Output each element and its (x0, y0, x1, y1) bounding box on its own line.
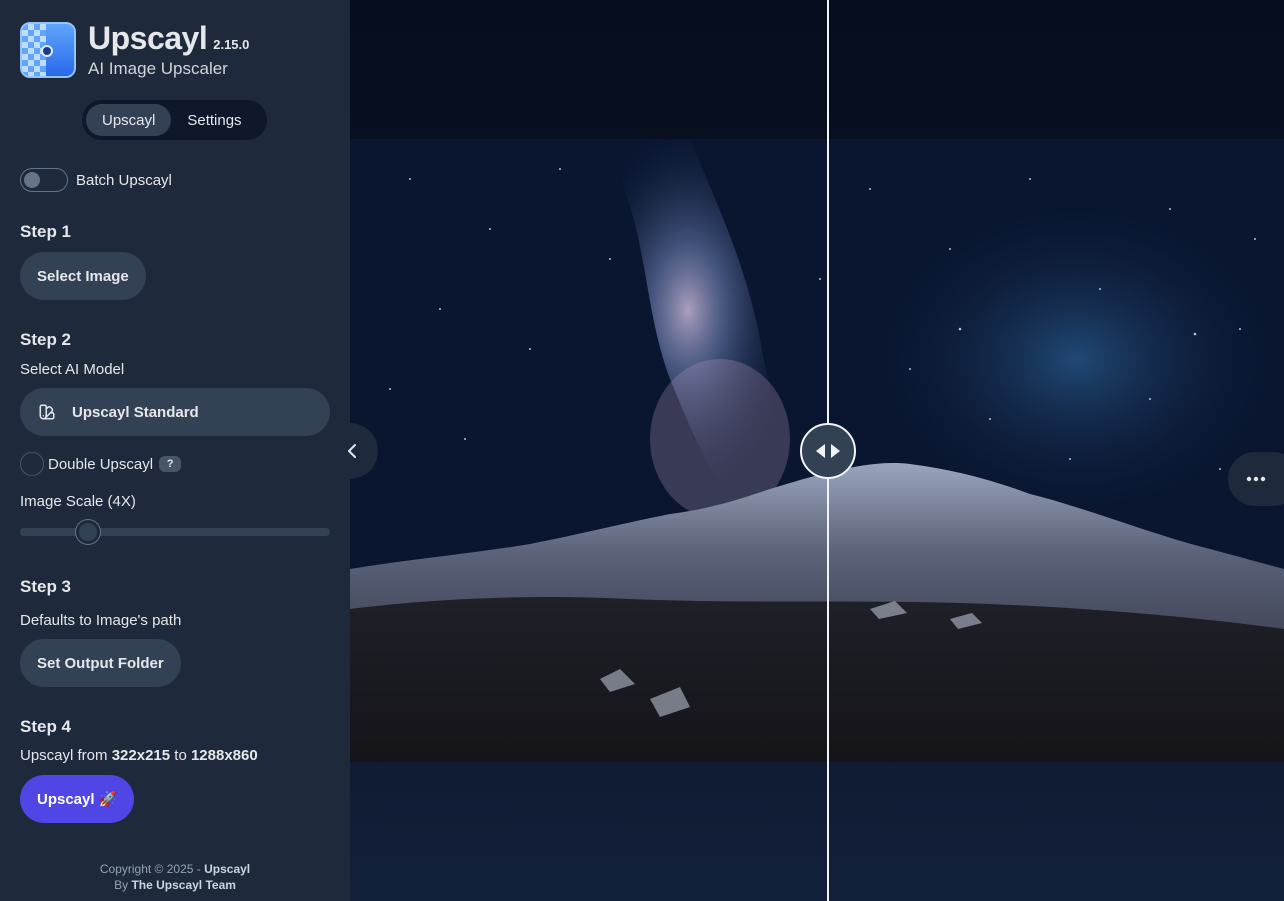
footer: Copyright © 2025 - Upscayl By The Upscay… (0, 861, 350, 893)
app-version: 2.15.0 (213, 37, 250, 52)
set-output-folder-button[interactable]: Set Output Folder (20, 639, 181, 687)
chevron-left-icon (348, 444, 356, 458)
double-upscayl-help-badge[interactable]: ? (159, 456, 182, 472)
brand-header: Upscayl 2.15.0 AI Image Upscaler (20, 20, 250, 79)
app-subtitle: AI Image Upscaler (88, 59, 228, 78)
arrows-left-right-icon (816, 444, 841, 458)
double-upscayl-row: Double Upscayl ? (20, 452, 182, 476)
upscale-resolution-text: Upscayl from 322x215 to 1288x860 (20, 747, 258, 764)
step-1-title: Step 1 (20, 222, 72, 241)
tab-settings[interactable]: Settings (171, 104, 257, 136)
step-3-title: Step 3 (20, 577, 72, 596)
swatch-book-icon (39, 404, 55, 420)
step-4-title: Step 4 (20, 717, 72, 736)
resolution-prefix: Upscayl from (20, 747, 108, 764)
compare-slider-handle[interactable] (800, 423, 857, 479)
select-image-button[interactable]: Select Image (20, 252, 146, 300)
footer-team-link[interactable]: The Upscayl Team (131, 878, 235, 892)
model-select-button[interactable]: Upscayl Standard (20, 388, 330, 436)
batch-upscayl-label: Batch Upscayl (76, 171, 172, 189)
ellipsis-icon (1246, 476, 1266, 482)
image-compare-area[interactable] (350, 0, 1284, 901)
mode-tabs: Upscayl Settings (82, 100, 267, 140)
resolution-to: 1288x860 (190, 747, 258, 764)
batch-toggle-row: Batch Upscayl (20, 168, 172, 192)
double-upscayl-checkbox[interactable] (20, 452, 44, 476)
select-model-label: Select AI Model (20, 361, 125, 378)
toggle-knob (24, 172, 40, 188)
footer-brand-link[interactable]: Upscayl (204, 862, 250, 876)
double-upscayl-label: Double Upscayl (48, 455, 154, 473)
upscayl-logo-icon (20, 22, 76, 78)
step-2-title: Step 2 (20, 330, 72, 349)
upscayl-button[interactable]: Upscayl 🚀 (20, 775, 135, 823)
resolution-to-word: to (174, 747, 187, 764)
sidebar: Upscayl 2.15.0 AI Image Upscaler Upscayl… (0, 0, 350, 901)
image-scale-label: Image Scale (4X) (20, 493, 136, 510)
more-options-button[interactable] (1228, 452, 1284, 506)
slider-thumb[interactable] (76, 520, 101, 544)
resolution-from: 322x215 (111, 747, 171, 764)
image-scale-slider[interactable] (20, 520, 330, 544)
tab-upscayl[interactable]: Upscayl (86, 104, 172, 136)
output-folder-hint: Defaults to Image's path (20, 612, 182, 629)
app-name: Upscayl (88, 20, 208, 56)
model-select-value: Upscayl Standard (72, 403, 199, 421)
footer-by: By (114, 878, 129, 892)
batch-upscayl-toggle[interactable] (20, 168, 68, 192)
footer-copyright: Copyright © 2025 - (99, 862, 201, 876)
collapse-sidebar-button[interactable] (322, 423, 378, 479)
